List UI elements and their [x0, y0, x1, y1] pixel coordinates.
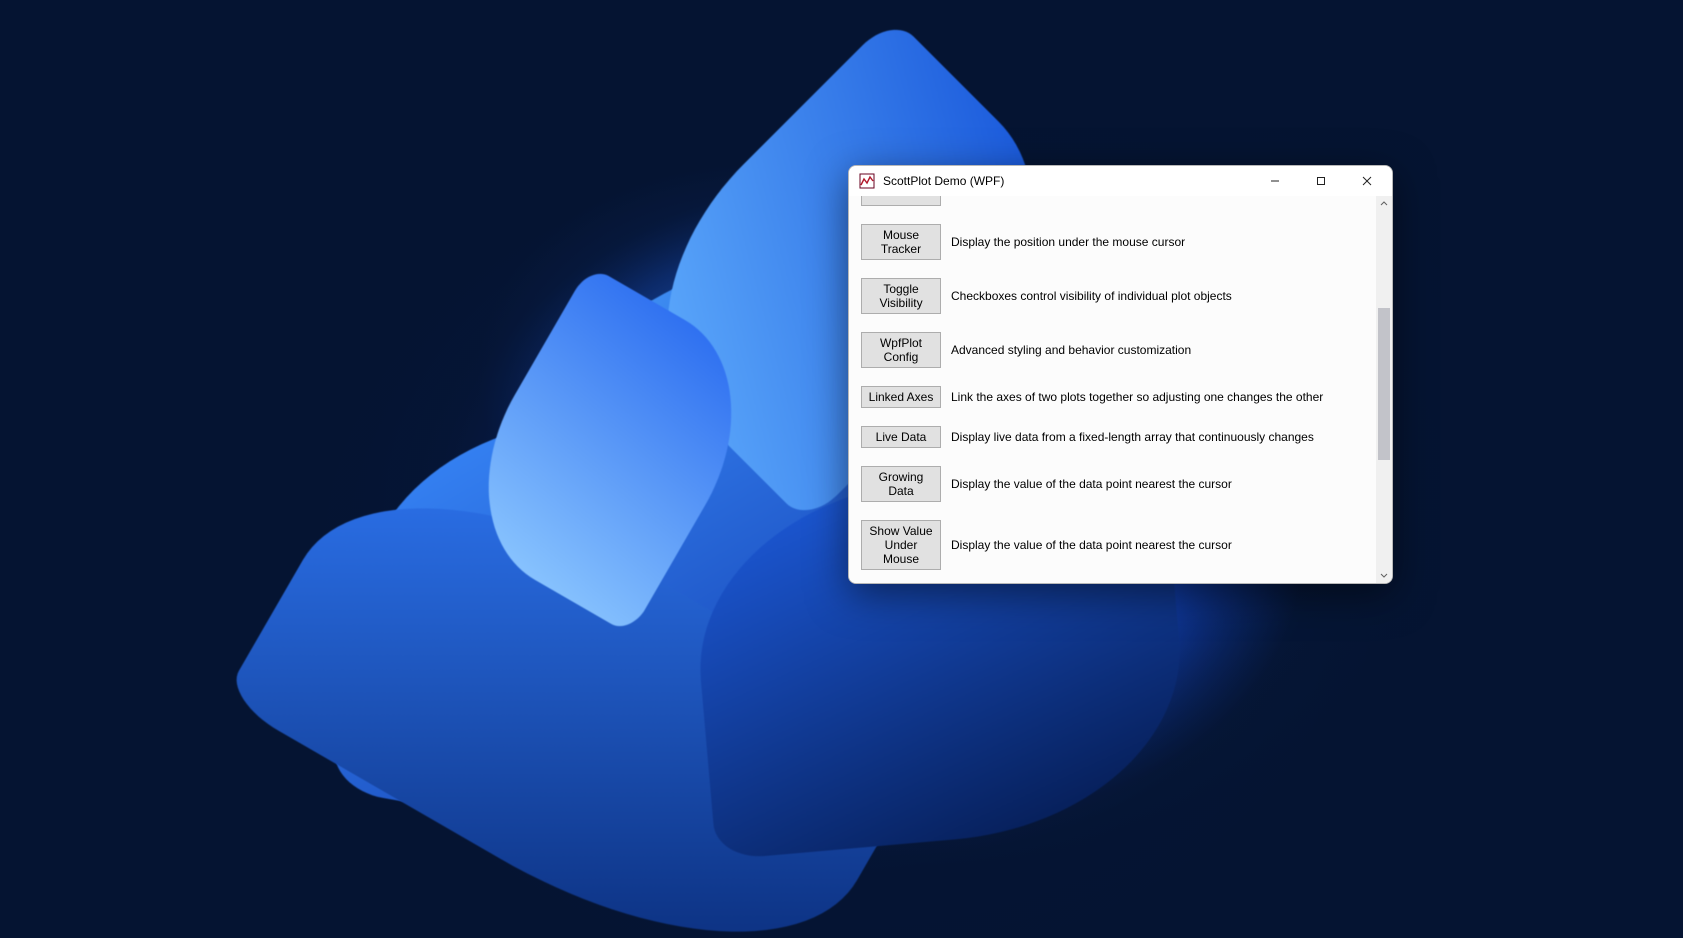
desktop-wallpaper [0, 0, 1683, 938]
wpfplot-config-button[interactable]: WpfPlot Config [861, 332, 941, 368]
demo-row: Growing Data Display the value of the da… [861, 466, 1364, 502]
titlebar[interactable]: ScottPlot Demo (WPF) [849, 166, 1392, 196]
demo-row: WpfPlot Config Advanced styling and beha… [861, 332, 1364, 368]
demo-description: Checkboxes control visibility of individ… [951, 289, 1364, 304]
demo-scroll-viewport: Mouse Tracker Display the position under… [849, 196, 1376, 583]
scroll-up-arrow-icon[interactable] [1376, 196, 1392, 212]
demo-description: Display live data from a fixed-length ar… [951, 430, 1364, 445]
linked-axes-button[interactable]: Linked Axes [861, 386, 941, 408]
demo-row: Show Value Under Mouse Display the value… [861, 520, 1364, 570]
window-controls [1252, 166, 1390, 196]
window-title: ScottPlot Demo (WPF) [883, 174, 1252, 188]
demo-button-clipped[interactable] [861, 196, 941, 206]
demo-row: Live Data Display live data from a fixed… [861, 426, 1364, 448]
vertical-scrollbar[interactable] [1376, 196, 1392, 583]
mouse-tracker-button[interactable]: Mouse Tracker [861, 224, 941, 260]
demo-row: Linked Axes Link the axes of two plots t… [861, 386, 1364, 408]
demo-row: Toggle Visibility Checkboxes control vis… [861, 278, 1364, 314]
scottplot-icon [859, 173, 875, 189]
demo-description: Display the value of the data point near… [951, 538, 1364, 553]
scrollbar-thumb[interactable] [1378, 308, 1390, 461]
demo-list: Mouse Tracker Display the position under… [849, 196, 1376, 583]
scrollbar-track[interactable] [1376, 212, 1392, 567]
app-window: ScottPlot Demo (WPF) Mouse Tracker Displ… [848, 165, 1393, 584]
client-area: Mouse Tracker Display the position under… [849, 196, 1392, 583]
demo-description: Display the value of the data point near… [951, 477, 1364, 492]
maximize-button[interactable] [1298, 166, 1344, 196]
demo-description: Link the axes of two plots together so a… [951, 390, 1364, 405]
minimize-button[interactable] [1252, 166, 1298, 196]
demo-row: Mouse Tracker Display the position under… [861, 224, 1364, 260]
close-button[interactable] [1344, 166, 1390, 196]
toggle-visibility-button[interactable]: Toggle Visibility [861, 278, 941, 314]
show-value-under-mouse-button[interactable]: Show Value Under Mouse [861, 520, 941, 570]
live-data-button[interactable]: Live Data [861, 426, 941, 448]
scroll-down-arrow-icon[interactable] [1376, 567, 1392, 583]
growing-data-button[interactable]: Growing Data [861, 466, 941, 502]
demo-description: Display the position under the mouse cur… [951, 235, 1364, 250]
demo-description: Advanced styling and behavior customizat… [951, 343, 1364, 358]
